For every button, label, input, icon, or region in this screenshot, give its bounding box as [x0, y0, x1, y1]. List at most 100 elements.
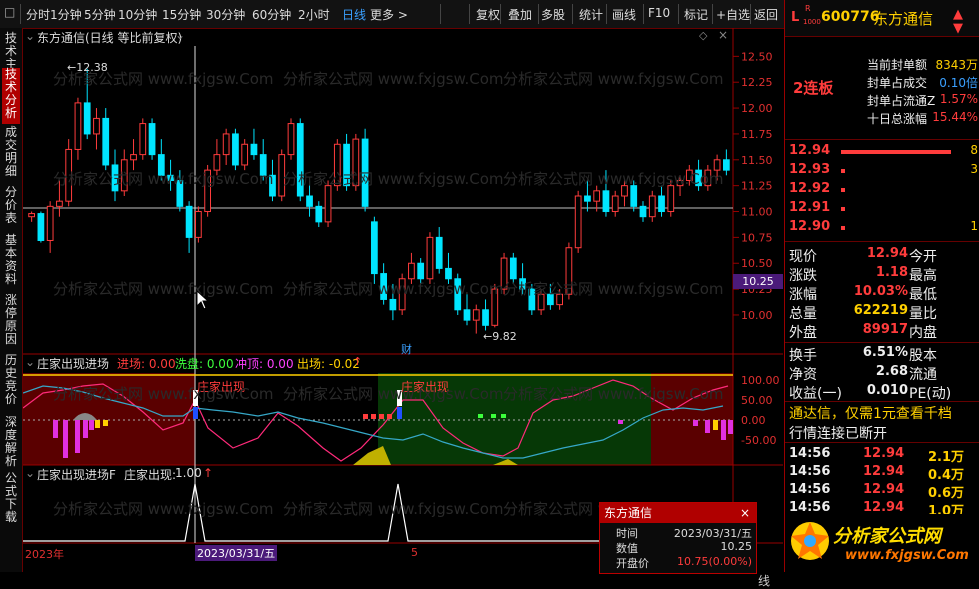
layout-toggle-icon[interactable]: □ [4, 5, 15, 19]
chart-svg: 12.50 12.25 12.00 11.75 11.50 11.25 11.00 10.75… [23, 28, 783, 572]
candle-body [537, 293, 545, 311]
r-badge-num: 1000 [803, 18, 821, 26]
indicator1-tick-label: 0.00 [741, 414, 766, 427]
tick-time: 14:56 [789, 482, 831, 497]
candle-body [593, 190, 601, 202]
indicator1-collapse-icon[interactable]: ⌄ [25, 355, 35, 369]
candle-body [46, 205, 54, 241]
promo-link[interactable]: 通达信，仅需1元查看千档 [789, 403, 952, 423]
left-tab-0[interactable]: 技术主题 [2, 32, 20, 84]
left-tab-7[interactable]: 深度解析 [2, 416, 20, 470]
toolbar-button-8[interactable]: 返回 [754, 6, 778, 23]
tick-time: 14:56 [789, 500, 831, 515]
left-tab-5[interactable]: 涨停原因 [2, 294, 20, 352]
bid-price: 12.90 [789, 219, 831, 234]
quote-label-2: 流通 [909, 367, 937, 383]
indicator1-dot [491, 414, 496, 418]
period-tab-6[interactable]: 60分钟 [252, 6, 291, 23]
toolbar-button-0[interactable]: 复权 [476, 6, 500, 23]
bid-price: 12.94 [789, 143, 831, 158]
quote-value: 1.18 [875, 265, 908, 280]
scroll-up-icon[interactable]: ▲ [953, 7, 963, 22]
candle-body [398, 278, 406, 311]
toolbar-button-7[interactable]: +自选 [716, 6, 750, 23]
seal-label: 封单占成交 [867, 76, 928, 90]
tooltip-close-icon[interactable]: × [740, 503, 750, 523]
tick-price: 12.94 [863, 446, 905, 461]
indicator2-name[interactable]: 庄家出现进场F [37, 466, 116, 483]
candle-body [445, 267, 452, 280]
candle-body [204, 169, 212, 213]
indicator2-value: 1.00 [175, 466, 202, 480]
left-tab-bar: 技术主题技术分析成交明细分价表基本资料涨停原因历史竞价深度解析公式下载 [0, 28, 23, 572]
period-tab-5[interactable]: 30分钟 [206, 6, 245, 23]
seal-label: 当前封单额 [867, 58, 928, 72]
candle-body [667, 185, 675, 213]
quote-value: 622219 [853, 303, 908, 318]
period-tab-2[interactable]: 5分钟 [84, 6, 116, 23]
toolbar-button-3[interactable]: 统计 [579, 6, 603, 23]
logo-url: www.fxjgsw.Com [845, 548, 969, 563]
toolbar-button-6[interactable]: 标记 [684, 6, 708, 23]
stock-name: 东方通信 [873, 10, 934, 28]
left-tab-2[interactable]: 成交明细 [2, 126, 20, 184]
left-tab-3[interactable]: 分价表 [2, 186, 20, 232]
period-tab-4[interactable]: 15分钟 [162, 6, 201, 23]
toolbar-button-4[interactable]: 画线 [612, 6, 636, 23]
indicator1-bar [83, 420, 88, 438]
candle-body [722, 159, 730, 171]
indicator2-arrow-icon: ↑ [203, 466, 214, 480]
mouse-pointer-icon [196, 290, 210, 310]
quote-panel: L R 1000 600776 东方通信 ▲ ▼ 2连板 当前封单额 8343万封… [784, 0, 979, 572]
logo-ball-icon [791, 522, 829, 560]
bid-volume: 8 [970, 143, 978, 157]
indicator1-param-0: 进场: 0.00 [117, 357, 176, 371]
y-tick-label: 11.25 [741, 180, 773, 193]
period-tab-0[interactable]: 分时 [26, 6, 50, 23]
period-tab-7[interactable]: 2小时 [298, 6, 330, 23]
toolbar-button-5[interactable]: F10 [648, 6, 670, 20]
quote-label-2: PE(动) [909, 386, 952, 402]
tooltip-row: 时间 2023/03/31/五 [600, 523, 756, 540]
left-tab-6[interactable]: 历史竞价 [2, 354, 20, 414]
indicator1-bar [103, 420, 108, 426]
toolbar-button-1[interactable]: 叠加 [508, 6, 532, 23]
candle-body [185, 205, 193, 238]
quote-header: L R 1000 600776 东方通信 ▲ ▼ [785, 0, 979, 37]
quote-label: 收益(一) [789, 386, 842, 402]
candle-body [491, 288, 499, 326]
candle-body [611, 195, 619, 213]
chart-area[interactable]: ⌄ 东方通信(日线 等比前复权) ⌄ ◇ × 12.50 12.25 12.00 11… [23, 28, 783, 588]
bid-volume-bar [841, 188, 845, 192]
data-tooltip: 东方通信 × 时间 2023/03/31/五 数值 10.25 开盘价 10.75(0.0… [599, 502, 757, 574]
candle-body [704, 169, 712, 187]
tooltip-row: 数值 10.25 [600, 538, 756, 555]
candle-body [222, 133, 230, 156]
quote-label: 换手 [789, 348, 817, 364]
indicator1-dot [478, 414, 483, 418]
period-tab-8[interactable]: 日线 [342, 6, 366, 23]
quote-value: 2.68 [875, 364, 908, 379]
scroll-down-icon[interactable]: ▼ [953, 21, 963, 36]
indicator1-tick-label: 50.00 [741, 394, 773, 407]
indicator2-collapse-icon[interactable]: ⌄ [25, 466, 35, 480]
period-tab-1[interactable]: 1分钟 [50, 6, 82, 23]
candle-body [139, 123, 147, 156]
period-tab-3[interactable]: 10分钟 [118, 6, 157, 23]
bid-volume-bar [841, 169, 845, 173]
candle-body [148, 123, 156, 156]
tooltip-row: 开盘价 10.75(0.00%) [600, 553, 756, 570]
toolbar-button-2[interactable]: 多股 [541, 6, 565, 23]
indicator1-signal-blue [397, 407, 402, 419]
period-tab-9[interactable]: 更多 > [370, 6, 408, 23]
indicator1-name[interactable]: 庄家出现进场 [37, 355, 109, 372]
candle-body [519, 278, 526, 290]
quote-label-2: 最高 [909, 268, 937, 284]
candle-body [463, 309, 471, 321]
left-tab-8[interactable]: 公式下载 [2, 472, 20, 532]
left-tab-4[interactable]: 基本资料 [2, 234, 20, 292]
candle-body [639, 205, 647, 218]
seal-value: 15.44% [932, 110, 978, 124]
left-tab-1[interactable]: 技术分析 [2, 68, 20, 124]
tick-time: 14:56 [789, 446, 831, 461]
